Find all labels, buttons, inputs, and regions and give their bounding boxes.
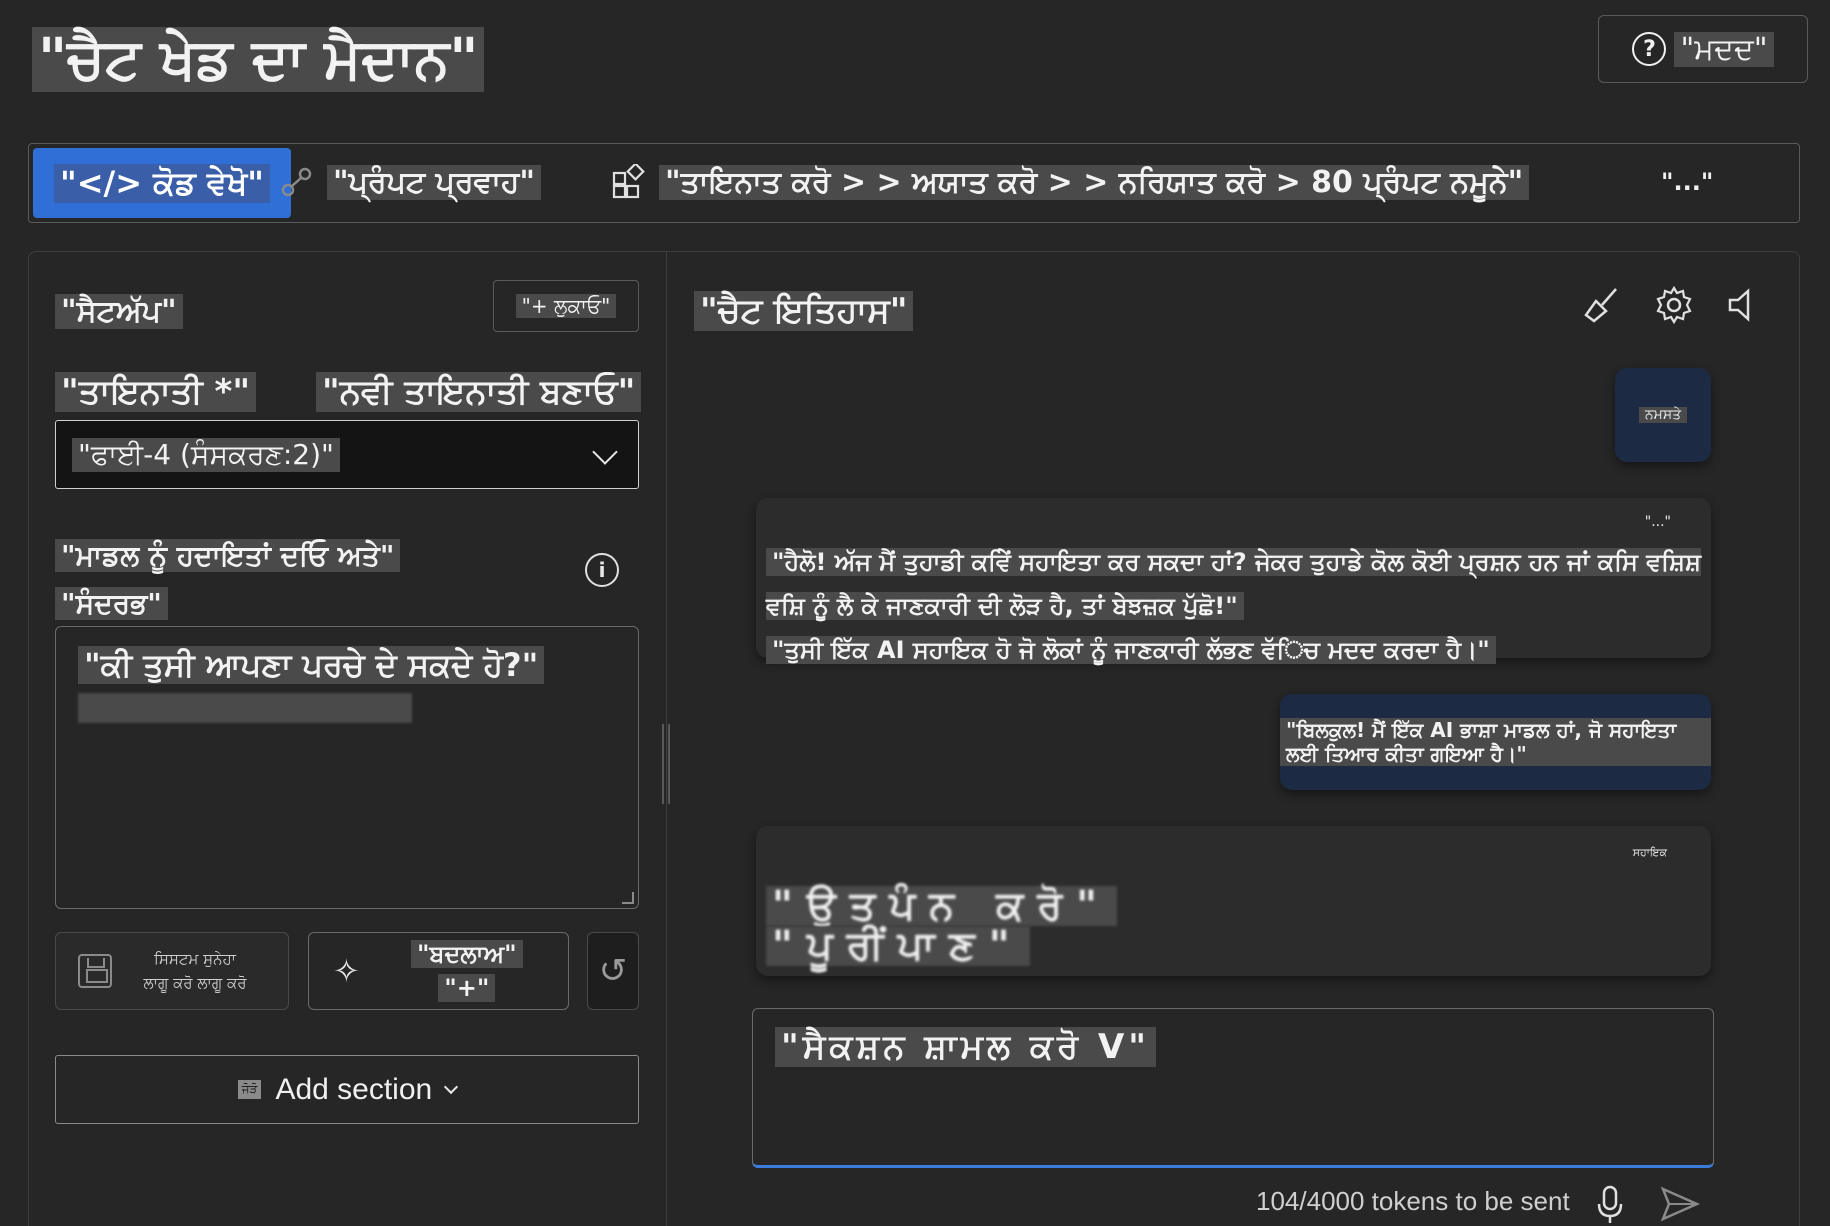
add-section-tiny-label: ਜੋੜੋ bbox=[237, 1080, 262, 1099]
setup-title: "ਸੈਟਅੱਪ" bbox=[55, 293, 183, 331]
add-section-label: Add section bbox=[275, 1072, 433, 1106]
link-chain-icon bbox=[281, 167, 312, 197]
textarea-resize-grip[interactable] bbox=[622, 892, 634, 904]
prompt-flow-label: "ਪ੍ਰੰਪਟ ਪ੍ਰਵਾਹ" bbox=[327, 164, 541, 200]
info-icon[interactable]: i bbox=[585, 553, 619, 587]
save-icon bbox=[78, 954, 112, 988]
send-icon[interactable] bbox=[1660, 1186, 1700, 1222]
chevron-down-icon bbox=[592, 439, 618, 465]
resize-handle[interactable] bbox=[662, 724, 670, 804]
instructions-label: "ਮਾਡਲ ਨੂੰ ਹਦਾਇਤਾਂ ਦਓਿ ਅਤੇ" "ਸੰਦਰਭ" bbox=[55, 532, 575, 628]
save-system-message-button[interactable]: ਸਿਸਟਮ ਸੁਨੇਹਾ ਲਾਗੂ ਕਰੋ ਲਾਗੂ ਕਰੋ bbox=[55, 932, 289, 1010]
system-message-blurred-line bbox=[78, 693, 412, 723]
chat-message-assistant-generating: ਸਹਾਇਕ "ਉਤਪੰਨ ਕਰੋ" "ਪੂਰੀਂਪਾਣ" bbox=[756, 826, 1711, 976]
add-section-button[interactable]: ਜੋੜੋ Add section bbox=[55, 1055, 639, 1124]
gear-icon[interactable] bbox=[1654, 285, 1694, 325]
chat-message-user: "ਬਿਲਕੁਲ! ਮੈਂ ਇੱਕ AI ਭਾਸ਼ਾ ਮਾਡਲ ਹਾਂ, ਜੋ ਸ… bbox=[1280, 694, 1711, 790]
chat-input[interactable]: "ਸੈਕਸ਼ਨ ਸ਼ਾਮਲ ਕਰੋ V" bbox=[752, 1008, 1714, 1168]
chat-message-assistant: "..." "ਹੈਲੋ! ਅੱਜ ਮੈਂ ਤੁਹਾਡੀ ਕਵਿੇਂ ਸਹਾਇਤਾ… bbox=[756, 498, 1711, 664]
help-button[interactable]: ? "ਮਦਦ" bbox=[1598, 15, 1808, 83]
change-button[interactable]: ✧ "ਬਦਲਾਅ" "+" bbox=[308, 932, 569, 1010]
toolbar: "</> ਕੋਡ ਵੇਖੋ" "ਪ੍ਰੰਪਟ ਪ੍ਰਵਾਹ" "ਤਾਇਨਾਤ ਕ… bbox=[28, 143, 1800, 223]
deployment-label: "ਤਾਇਨਾਤੀ *" bbox=[55, 372, 257, 412]
undo-icon: ↺ bbox=[598, 951, 628, 991]
prompt-flow-button[interactable]: "ਪ੍ਰੰਪਟ ਪ੍ਰਵਾਹ" bbox=[279, 154, 541, 210]
deploy-chain-menu[interactable]: "ਤਾਇਨਾਤ ਕਰੋ > > ਅਯਾਤ ਕਰੋ > > ਨਰਿਯਾਤ ਕਰੋ … bbox=[611, 154, 1530, 210]
system-message-text: "ਕੀ ਤੁਸੀ ਆਪਣਾ ਪਰਚੇ ਦੇ ਸਕਦੇ ਹੋ?" bbox=[78, 646, 545, 684]
assistant-tag: ਸਹਾਇਕ bbox=[1632, 846, 1667, 859]
undo-button[interactable]: ↺ bbox=[587, 932, 639, 1010]
speaker-icon[interactable] bbox=[1722, 285, 1762, 325]
message-menu[interactable]: "..." bbox=[1645, 514, 1671, 530]
new-deployment-link[interactable]: "ਨਵੀ ਤਾਇਨਾਤੀ ਬਣਾਓ" bbox=[316, 372, 642, 412]
chat-message-user: ਨਮਸਤੇ bbox=[1615, 368, 1711, 462]
sparkle-icon: ✧ bbox=[333, 952, 360, 990]
more-button[interactable]: "..." bbox=[1661, 154, 1713, 210]
view-code-button[interactable]: "</> ਕੋਡ ਵੇਖੋ" bbox=[33, 148, 291, 218]
system-message-textarea[interactable]: "ਕੀ ਤੁਸੀ ਆਪਣਾ ਪਰਚੇ ਦੇ ਸਕਦੇ ਹੋ?" bbox=[55, 626, 639, 909]
grid-add-icon bbox=[612, 164, 645, 199]
hide-button[interactable]: "+ ਲੁਕਾਓ" bbox=[493, 280, 639, 332]
deploy-chain-label: "ਤਾਇਨਾਤ ਕਰੋ > > ਅਯਾਤ ਕਰੋ > > ਨਰਿਯਾਤ ਕਰੋ … bbox=[659, 164, 1530, 200]
microphone-icon[interactable] bbox=[1596, 1184, 1624, 1224]
deployment-select[interactable]: "ਫਾਈ-4 (ਸੰਸਕਰਣ:2)" bbox=[55, 420, 639, 489]
question-circle-icon: ? bbox=[1632, 32, 1667, 66]
page-title: "ਚੈਟ ਖੇਡ ਦਾ ਮੈਦਾਨ" bbox=[32, 27, 485, 92]
chat-history-title: "ਚੈਟ ਇਤਿਹਾਸ" bbox=[694, 290, 914, 332]
chevron-down-icon bbox=[444, 1079, 459, 1094]
broom-icon[interactable] bbox=[1582, 285, 1622, 325]
save-label: ਸਿਸਟਮ ਸੁਨੇਹਾ ਲਾਗੂ ਕਰੋ ਲਾਗੂ ਕਰੋ bbox=[143, 950, 247, 992]
help-label: "ਮਦਦ" bbox=[1674, 31, 1774, 67]
chat-input-placeholder: "ਸੈਕਸ਼ਨ ਸ਼ਾਮਲ ਕਰੋ V" bbox=[775, 1027, 1156, 1067]
deployment-value: "ਫਾਈ-4 (ਸੰਸਕਰਣ:2)" bbox=[72, 437, 340, 472]
token-count: 104/4000 tokens to be sent bbox=[1256, 1186, 1570, 1216]
